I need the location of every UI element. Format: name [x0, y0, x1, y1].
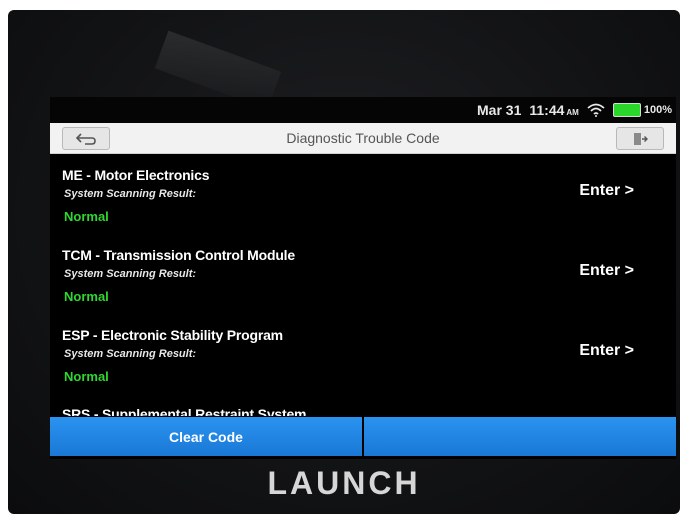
enter-button[interactable]: Enter >	[579, 342, 634, 360]
scan-result-label: System Scanning Result:	[64, 268, 197, 280]
system-list: ME - Motor Electronics System Scanning R…	[50, 154, 676, 416]
secondary-button[interactable]	[364, 417, 676, 456]
system-name: SRS - Supplemental Restraint System	[62, 406, 307, 416]
device-bezel: Mar 31 11:44 AM 100% Diagnostic Trouble …	[8, 10, 680, 514]
status-time: 11:44 AM	[529, 102, 579, 118]
list-item: ME - Motor Electronics System Scanning R…	[50, 154, 676, 234]
system-name: TCM - Transmission Control Module	[62, 247, 295, 263]
device-brand-logo: LAUNCH	[267, 465, 421, 501]
scan-result-label: System Scanning Result:	[64, 188, 197, 200]
list-item: SRS - Supplemental Restraint System	[50, 394, 676, 416]
enter-button[interactable]: Enter >	[579, 262, 634, 280]
list-item: ESP - Electronic Stability Program Syste…	[50, 314, 676, 394]
exit-button[interactable]	[616, 127, 664, 150]
title-bar: Diagnostic Trouble Code	[50, 123, 676, 154]
system-name: ME - Motor Electronics	[62, 167, 210, 183]
bottom-action-bar: Clear Code	[50, 417, 676, 456]
battery-percent: 100%	[643, 104, 672, 116]
exit-door-icon	[634, 132, 648, 145]
status-bar: Mar 31 11:44 AM 100%	[50, 97, 676, 123]
status-ampm: AM	[566, 108, 579, 117]
system-name: ESP - Electronic Stability Program	[62, 327, 283, 343]
scan-status: Normal	[64, 209, 109, 224]
battery-indicator: 100%	[612, 103, 672, 117]
scan-status: Normal	[64, 369, 109, 384]
status-date: Mar 31	[477, 102, 522, 118]
status-time-value: 11:44	[529, 102, 565, 118]
page-title: Diagnostic Trouble Code	[286, 130, 440, 146]
screen: Mar 31 11:44 AM 100% Diagnostic Trouble …	[50, 97, 676, 459]
list-item: TCM - Transmission Control Module System…	[50, 234, 676, 314]
scan-result-label: System Scanning Result:	[64, 348, 197, 360]
wifi-icon	[587, 103, 605, 117]
clear-code-button[interactable]: Clear Code	[50, 417, 362, 456]
scan-status: Normal	[64, 289, 109, 304]
battery-icon	[612, 103, 641, 117]
enter-button[interactable]: Enter >	[579, 182, 634, 200]
